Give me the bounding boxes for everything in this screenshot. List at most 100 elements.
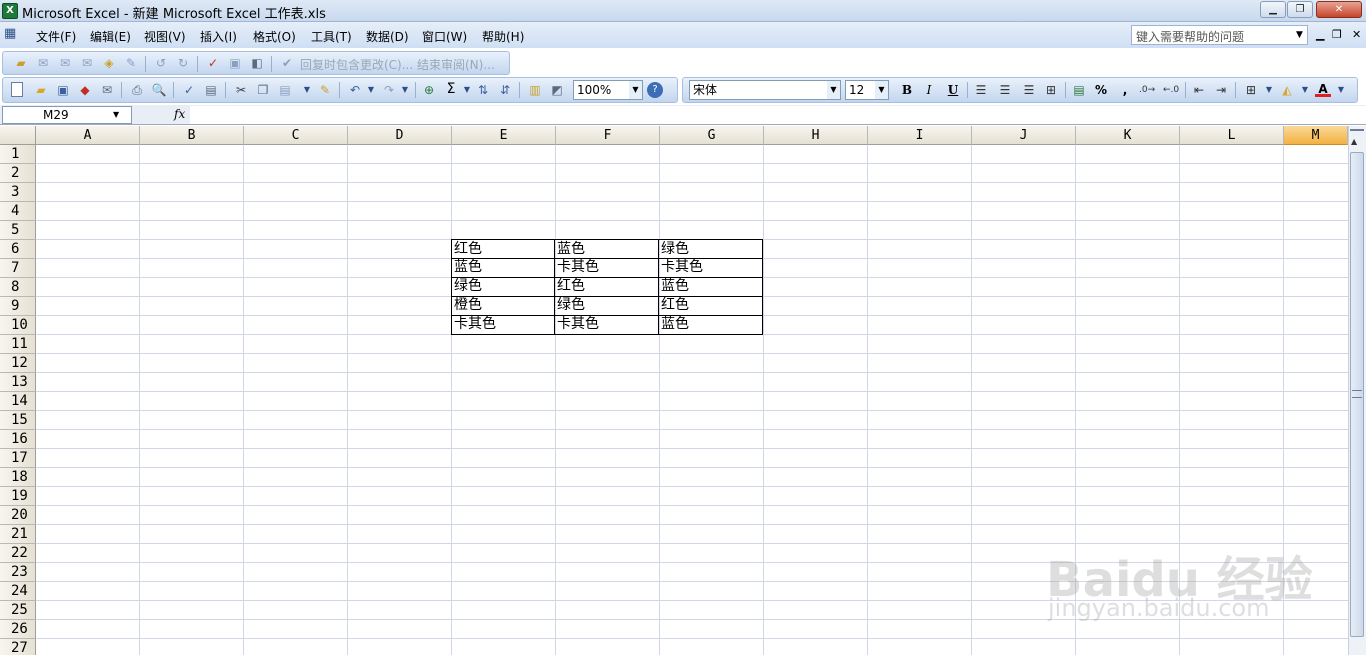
- menu-view[interactable]: 视图(V): [144, 28, 186, 45]
- redo-dropdown-icon[interactable]: ▼: [397, 82, 413, 98]
- column-header-a[interactable]: A: [36, 126, 140, 145]
- table-cell[interactable]: 卡其色: [555, 258, 659, 278]
- minimize-button[interactable]: ▁: [1260, 1, 1286, 18]
- borders-icon[interactable]: ⊞: [1243, 82, 1259, 98]
- doc-restore-icon[interactable]: ❐: [1332, 28, 1342, 41]
- sort-descending-icon[interactable]: ⇵: [497, 82, 513, 98]
- table-cell[interactable]: 红色: [451, 239, 555, 259]
- row-header-25[interactable]: 25: [0, 601, 36, 620]
- drawing-icon[interactable]: ◩: [549, 82, 565, 98]
- open-folder-icon[interactable]: ▰: [13, 55, 29, 71]
- font-color-icon[interactable]: A: [1315, 81, 1331, 97]
- research-icon[interactable]: ▤: [203, 82, 219, 98]
- formula-input[interactable]: [190, 106, 1366, 124]
- row-header-4[interactable]: 4: [0, 202, 36, 221]
- help-icon[interactable]: ?: [647, 82, 663, 98]
- autosum-dropdown-icon[interactable]: ▼: [459, 82, 475, 98]
- cut-icon[interactable]: ✂: [233, 82, 249, 98]
- row-header-13[interactable]: 13: [0, 373, 36, 392]
- column-header-k[interactable]: K: [1076, 126, 1180, 145]
- align-left-icon[interactable]: ☰: [973, 82, 989, 98]
- align-center-icon[interactable]: ☰: [997, 82, 1013, 98]
- print-icon[interactable]: ⎙: [129, 82, 145, 98]
- comment-icon[interactable]: ◈: [101, 55, 117, 71]
- redo-icon[interactable]: ↷: [381, 82, 397, 98]
- merge-center-icon[interactable]: ⊞: [1043, 82, 1059, 98]
- column-header-d[interactable]: D: [348, 126, 452, 145]
- menu-tools[interactable]: 工具(T): [311, 28, 352, 45]
- maximize-button[interactable]: ❐: [1287, 1, 1313, 18]
- row-header-18[interactable]: 18: [0, 468, 36, 487]
- column-header-j[interactable]: J: [972, 126, 1076, 145]
- email-icon[interactable]: ✉: [99, 82, 115, 98]
- reply-icon[interactable]: ✉: [57, 55, 73, 71]
- row-header-24[interactable]: 24: [0, 582, 36, 601]
- row-header-5[interactable]: 5: [0, 221, 36, 240]
- select-all-corner[interactable]: [0, 126, 36, 145]
- table-cell[interactable]: 红色: [659, 296, 763, 316]
- table-cell[interactable]: 绿色: [451, 277, 555, 297]
- underline-button[interactable]: U: [945, 82, 961, 98]
- table-cell[interactable]: 绿色: [659, 239, 763, 259]
- autosum-icon[interactable]: Σ: [443, 81, 459, 97]
- column-header-m[interactable]: M: [1284, 126, 1348, 145]
- close-button[interactable]: ✕: [1316, 1, 1362, 18]
- undo-icon[interactable]: ↶: [347, 82, 363, 98]
- undo-dropdown-icon[interactable]: ▼: [363, 82, 379, 98]
- row-header-15[interactable]: 15: [0, 411, 36, 430]
- row-header-7[interactable]: 7: [0, 259, 36, 278]
- fill-color-icon[interactable]: ◭: [1279, 82, 1295, 98]
- decrease-indent-icon[interactable]: ⇤: [1191, 82, 1207, 98]
- row-header-8[interactable]: 8: [0, 278, 36, 297]
- column-header-g[interactable]: G: [660, 126, 764, 145]
- menu-window[interactable]: 窗口(W): [422, 28, 467, 45]
- spelling-icon[interactable]: ✓: [181, 82, 197, 98]
- format-painter-icon[interactable]: ✎: [317, 82, 333, 98]
- font-name-select[interactable]: 宋体 ▼: [689, 80, 841, 100]
- chart-wizard-icon[interactable]: ▥: [527, 82, 543, 98]
- row-header-11[interactable]: 11: [0, 335, 36, 354]
- name-box-dropdown-icon[interactable]: ▼: [113, 110, 119, 119]
- permission-icon[interactable]: ◆: [77, 82, 93, 98]
- fill-color-dropdown-icon[interactable]: ▼: [1297, 82, 1313, 98]
- row-header-16[interactable]: 16: [0, 430, 36, 449]
- track-changes-icon[interactable]: ↺: [153, 55, 169, 71]
- help-dropdown-icon[interactable]: ▼: [1296, 30, 1303, 40]
- row-header-19[interactable]: 19: [0, 487, 36, 506]
- menu-format[interactable]: 格式(O): [253, 28, 296, 45]
- column-header-b[interactable]: B: [140, 126, 244, 145]
- row-header-27[interactable]: 27: [0, 639, 36, 655]
- row-header-21[interactable]: 21: [0, 525, 36, 544]
- row-header-26[interactable]: 26: [0, 620, 36, 639]
- paste-dropdown-icon[interactable]: ▼: [299, 82, 315, 98]
- currency-icon[interactable]: ▤: [1071, 82, 1087, 98]
- row-header-17[interactable]: 17: [0, 449, 36, 468]
- send-icon[interactable]: ✉: [35, 55, 51, 71]
- table-cell[interactable]: 卡其色: [555, 315, 659, 335]
- split-box[interactable]: [1350, 127, 1364, 131]
- help-question-input[interactable]: 键入需要帮助的问题: [1131, 25, 1308, 45]
- reply-changes-icon[interactable]: ✔: [279, 55, 295, 71]
- row-header-6[interactable]: 6: [0, 240, 36, 259]
- new-document-icon[interactable]: [11, 82, 23, 97]
- review-icon[interactable]: ✓: [205, 55, 221, 71]
- row-header-1[interactable]: 1: [0, 145, 36, 164]
- print-preview-icon[interactable]: 🔍: [151, 82, 167, 98]
- table-cell[interactable]: 蓝色: [451, 258, 555, 278]
- table-cell[interactable]: 绿色: [555, 296, 659, 316]
- font-size-select[interactable]: 12 ▼: [845, 80, 889, 100]
- menu-file[interactable]: 文件(F): [36, 28, 76, 45]
- bold-button[interactable]: B: [899, 82, 915, 98]
- row-header-20[interactable]: 20: [0, 506, 36, 525]
- copy-icon[interactable]: ❐: [255, 82, 271, 98]
- table-cell[interactable]: 卡其色: [451, 315, 555, 335]
- doc-minimize-icon[interactable]: ▁: [1316, 28, 1324, 41]
- column-header-e[interactable]: E: [452, 126, 556, 145]
- reject-icon[interactable]: ↻: [175, 55, 191, 71]
- zoom-select[interactable]: 100% ▼: [573, 80, 643, 100]
- save-icon[interactable]: ▣: [55, 82, 71, 98]
- mail-icon[interactable]: ✉: [79, 55, 95, 71]
- increase-decimal-icon[interactable]: .0→: [1139, 82, 1155, 98]
- increase-indent-icon[interactable]: ⇥: [1213, 82, 1229, 98]
- decrease-decimal-icon[interactable]: ←.0: [1163, 82, 1179, 98]
